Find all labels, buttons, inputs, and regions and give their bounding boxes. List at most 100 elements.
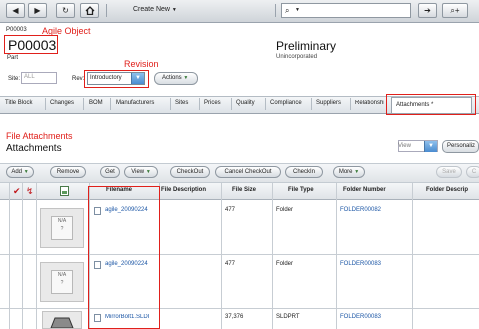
tab-bom[interactable]: BOM — [89, 100, 103, 106]
refresh-button[interactable]: ↻ — [56, 3, 75, 18]
add-label: Add — [11, 169, 23, 175]
checkin-label: CheckIn — [292, 169, 315, 175]
save-label: Save — [442, 169, 456, 175]
chevron-down-icon: ▼ — [145, 169, 151, 175]
actions-button[interactable]: Actions ▼ — [154, 72, 198, 85]
bolt-part-icon — [50, 317, 74, 328]
refresh-icon: ↻ — [62, 6, 69, 15]
save-button[interactable]: Save — [436, 166, 462, 178]
rev-label: Rev: — [72, 76, 85, 82]
tab-divider — [311, 98, 312, 110]
personalize-button[interactable]: Personaliz — [442, 140, 479, 153]
view-select[interactable]: View ▼ — [398, 140, 438, 152]
get-button[interactable]: Get — [100, 166, 120, 178]
cancel-label: C — [471, 169, 477, 175]
back-button[interactable]: ◀ — [6, 3, 25, 18]
chevron-down-icon: ▼ — [171, 7, 177, 13]
lifecycle-status: Preliminary — [276, 39, 337, 53]
get-label: Get — [105, 169, 115, 175]
search-plus-icon: ⌕+ — [450, 5, 460, 15]
tab-changes[interactable]: Changes — [50, 100, 74, 106]
lifecycle-substatus: Unincorporated — [276, 54, 318, 60]
file-type-icon — [60, 186, 69, 198]
view-file-label: View — [131, 169, 145, 175]
tab-relationships[interactable]: Relationships — [355, 100, 384, 106]
tab-quality[interactable]: Quality — [236, 100, 255, 106]
chevron-down-icon: ▼ — [424, 141, 437, 152]
tab-divider — [170, 98, 171, 110]
view-label: View — [398, 143, 411, 149]
annotation-revision-box — [84, 70, 149, 88]
annotation-file-attachments: File Attachments — [6, 131, 73, 141]
toolbar-divider — [275, 4, 276, 17]
tab-prices[interactable]: Prices — [204, 100, 221, 106]
tab-divider — [45, 98, 46, 110]
chevron-down-icon: ▼ — [23, 169, 29, 175]
file-type-cell: SLDPRT — [276, 314, 300, 320]
home-icon — [85, 6, 94, 15]
folder-number-link[interactable]: FOLDER00082 — [340, 207, 381, 213]
file-size-cell: 37,376 — [225, 314, 244, 320]
search-scope-dropdown-icon[interactable]: ▼ — [295, 7, 300, 13]
site-select[interactable]: ALL — [21, 72, 57, 84]
arrow-right-icon: ➔ — [424, 6, 431, 15]
column-file-description[interactable]: File Description — [161, 187, 206, 193]
create-new-menu[interactable]: Create New ▼ — [133, 6, 177, 13]
tab-divider — [231, 98, 232, 110]
tab-divider — [110, 98, 111, 110]
more-button[interactable]: More ▼ — [333, 166, 365, 178]
search-icon: ⌕ — [285, 6, 290, 15]
folder-number-link[interactable]: FOLDER00083 — [340, 314, 381, 320]
tab-suppliers[interactable]: Suppliers — [316, 100, 341, 106]
chevron-down-icon: ▼ — [354, 169, 360, 175]
tab-compliance[interactable]: Compliance — [270, 100, 302, 106]
file-thumbnail[interactable]: N/A? — [40, 262, 84, 302]
add-button[interactable]: Add ▼ — [6, 166, 34, 178]
object-number: P00003 — [8, 37, 57, 53]
advanced-search-button[interactable]: ⌕+ — [442, 3, 468, 18]
tab-title-block[interactable]: Title Block — [5, 100, 32, 106]
checkout-label: CheckOut — [176, 169, 204, 175]
search-go-button[interactable]: ➔ — [418, 3, 437, 18]
tab-sites[interactable]: Sites — [175, 100, 188, 106]
more-label: More — [338, 169, 353, 175]
remove-label: Remove — [56, 169, 80, 175]
section-title: Attachments — [6, 143, 62, 154]
view-file-button[interactable]: View ▼ — [124, 166, 158, 178]
chevron-down-icon: ▼ — [183, 75, 189, 81]
checkout-button[interactable]: CheckOut — [170, 166, 210, 178]
file-type-cell: Folder — [276, 261, 294, 267]
forward-button[interactable]: ▶ — [28, 3, 47, 18]
home-button[interactable] — [80, 3, 99, 18]
search-input[interactable]: ⌕ ▼ — [281, 3, 411, 18]
column-file-type[interactable]: File Type — [288, 187, 314, 193]
checkmark-icon: ✔ — [13, 186, 21, 196]
forward-icon: ▶ — [34, 6, 41, 15]
create-new-label: Create New — [133, 6, 170, 13]
red-flag-icon: ↯ — [26, 186, 34, 196]
tab-divider — [199, 98, 200, 110]
cancel-button[interactable]: C — [466, 166, 479, 178]
object-type: Part — [7, 55, 19, 61]
site-value: ALL — [24, 74, 35, 80]
object-id-small: P00003 — [6, 27, 27, 33]
site-label: Site: — [8, 76, 21, 82]
remove-button[interactable]: Remove — [50, 166, 86, 178]
column-folder-description[interactable]: Folder Descrip — [426, 187, 468, 193]
folder-number-link[interactable]: FOLDER00083 — [340, 261, 381, 267]
column-file-size[interactable]: File Size — [232, 187, 256, 193]
file-type-cell: Folder — [276, 207, 294, 213]
file-size-cell: 477 — [225, 261, 236, 267]
file-thumbnail[interactable]: N/A? — [40, 208, 84, 248]
row-divider — [0, 308, 479, 309]
thumbnail-placeholder: N/A? — [51, 270, 73, 294]
tab-divider — [350, 98, 351, 110]
tab-divider — [265, 98, 266, 110]
toolbar-divider — [106, 4, 107, 17]
annotation-attachments-tab-box — [386, 94, 476, 115]
cancel-checkout-button[interactable]: Cancel CheckOut — [215, 166, 281, 178]
file-thumbnail[interactable] — [42, 311, 82, 329]
tab-manufacturers[interactable]: Manufacturers — [116, 100, 154, 106]
column-folder-number[interactable]: Folder Number — [343, 187, 386, 193]
checkin-button[interactable]: CheckIn — [285, 166, 323, 178]
